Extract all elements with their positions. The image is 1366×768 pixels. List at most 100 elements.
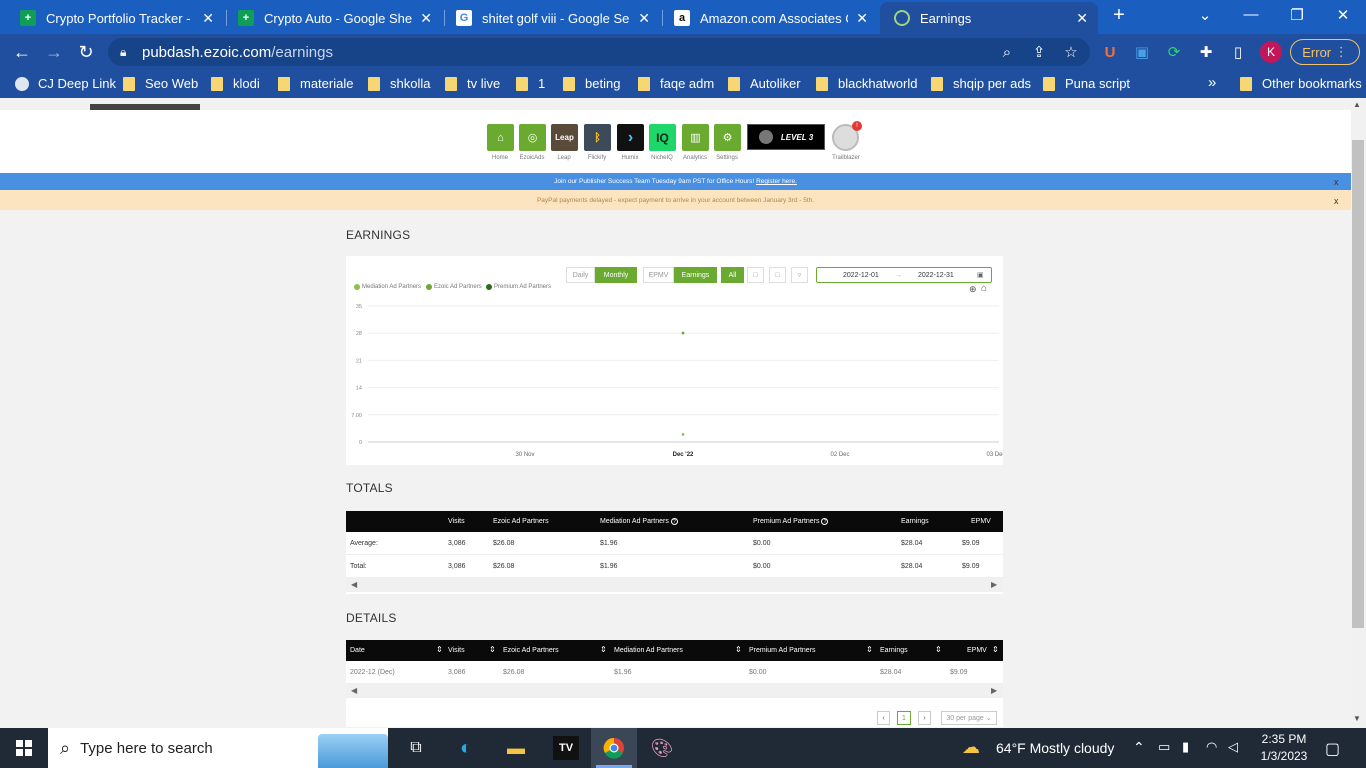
next-page-button[interactable]: › <box>918 711 931 725</box>
sort-icon[interactable]: ⇕ <box>436 645 443 654</box>
close-tab-icon[interactable]: ✕ <box>1076 10 1088 27</box>
other-bookmarks[interactable]: Other bookmarks <box>1240 76 1362 91</box>
profile-avatar[interactable]: K <box>1260 41 1282 63</box>
battery-icon[interactable]: ▮ <box>1182 739 1189 755</box>
paint-app-icon[interactable]: 🎨︎ <box>649 736 675 760</box>
windows-start-icon[interactable] <box>11 736 37 760</box>
back-icon[interactable]: ← <box>11 42 33 62</box>
earnings-toggle[interactable]: Earnings <box>674 267 717 283</box>
reset-zoom-home-icon[interactable]: ⌂ <box>981 283 987 294</box>
tab-search-icon[interactable]: ⌄ <box>1190 6 1220 24</box>
humix-app-icon[interactable]: › <box>617 124 644 151</box>
file-explorer-icon[interactable]: ▬ <box>503 736 529 760</box>
col-epmv[interactable]: EPMV <box>967 647 987 654</box>
mobile-device-icon[interactable]: ▿ <box>791 267 808 283</box>
analytics-app-icon[interactable]: ▥ <box>682 124 709 151</box>
scroll-right-icon[interactable]: ▶ <box>991 580 997 589</box>
ublock-extension-icon[interactable]: U <box>1099 41 1121 63</box>
leap-app-icon[interactable]: Leap <box>551 124 578 151</box>
sort-icon[interactable]: ⇕ <box>735 645 742 654</box>
sort-icon[interactable]: ⇕ <box>992 645 999 654</box>
sort-icon[interactable]: ⇕ <box>866 645 873 654</box>
sort-icon[interactable]: ⇕ <box>489 645 496 654</box>
col-earnings[interactable]: Earnings <box>880 647 908 654</box>
extensions-puzzle-icon[interactable]: ✚ <box>1195 41 1217 63</box>
data-point-ezoic-ad-partners[interactable] <box>681 331 685 335</box>
col-date[interactable]: Date <box>350 647 365 654</box>
url-text[interactable]: pubdash.ezoic.com/earnings <box>142 44 333 61</box>
extension-sync-icon[interactable]: ⟳ <box>1163 41 1185 63</box>
sort-icon[interactable]: ⇕ <box>935 645 942 654</box>
close-tab-icon[interactable]: ✕ <box>420 10 432 27</box>
more-bookmarks-icon[interactable]: » <box>1208 74 1216 91</box>
volume-icon[interactable]: ◁ <box>1228 739 1238 755</box>
desktop-device-icon[interactable]: □ <box>747 267 764 283</box>
close-tab-icon[interactable]: ✕ <box>202 10 214 27</box>
notifications-icon[interactable]: ▢ <box>1325 739 1340 759</box>
date-range-picker[interactable]: 2022-12-01 → 2022-12-31 ▣ <box>816 267 992 283</box>
flickify-app-icon[interactable]: ᛒ <box>584 124 611 151</box>
scroll-right-icon[interactable]: ▶ <box>991 686 997 695</box>
monthly-toggle[interactable]: Monthly <box>595 267 637 283</box>
tab-amazon-associates[interactable]: a Amazon.com Associates Cen ✕ <box>660 2 878 34</box>
bookmark-1[interactable]: 1 <box>516 76 545 91</box>
page-scroll-thumb[interactable] <box>1352 140 1364 628</box>
current-page-button[interactable]: 1 <box>897 711 911 725</box>
close-banner-icon[interactable]: x <box>1334 196 1339 206</box>
close-tab-icon[interactable]: ✕ <box>856 10 868 27</box>
help-icon[interactable]: ? <box>821 518 829 525</box>
col-premium[interactable]: Premium Ad Partners <box>749 647 816 654</box>
zoom-in-chart-icon[interactable]: ⊕ <box>969 284 977 295</box>
minimize-icon[interactable]: — <box>1236 6 1266 23</box>
share-icon[interactable]: ⇪ <box>1028 41 1050 63</box>
clock[interactable]: 2:35 PM 1/3/2023 <box>1254 732 1314 763</box>
scroll-down-icon[interactable]: ▼ <box>1353 714 1361 723</box>
wifi-icon[interactable]: ◠ <box>1206 739 1217 755</box>
tab-crypto-portfolio[interactable]: + Crypto Portfolio Tracker - Go ✕ <box>6 2 224 34</box>
side-panel-icon[interactable]: ▯ <box>1227 41 1249 63</box>
epmv-toggle[interactable]: EPMV <box>643 267 674 283</box>
meet-now-icon[interactable]: ▭ <box>1158 739 1170 755</box>
legend-mediation[interactable]: Mediation Ad Partners <box>354 284 421 290</box>
edge-browser-icon[interactable]: ◐ <box>453 736 479 760</box>
weather-text[interactable]: 64°F Mostly cloudy <box>996 740 1114 756</box>
bookmark-blackhatworld[interactable]: blackhatworld <box>816 76 918 91</box>
home-app-icon[interactable]: ⌂ <box>487 124 514 151</box>
close-banner-icon[interactable]: x <box>1334 177 1339 187</box>
taskbar-search-box[interactable]: ⌕ Type here to search <box>48 728 388 768</box>
tradingview-icon[interactable]: TV <box>553 736 579 760</box>
daily-toggle[interactable]: Daily <box>566 267 595 283</box>
tab-earnings[interactable]: Earnings ✕ <box>880 2 1098 34</box>
scroll-left-icon[interactable]: ◀ <box>351 686 357 695</box>
reload-icon[interactable]: ↻ <box>75 42 97 62</box>
tablet-device-icon[interactable]: □ <box>769 267 786 283</box>
nicheiq-app-icon[interactable]: IQ <box>649 124 676 151</box>
task-view-icon[interactable]: ⧉ <box>403 736 429 760</box>
bookmark-faqe-adm[interactable]: faqe adm <box>638 76 714 91</box>
bookmark-seo-web[interactable]: Seo Web <box>123 76 198 91</box>
legend-premium[interactable]: Premium Ad Partners <box>486 284 551 290</box>
sort-icon[interactable]: ⇕ <box>600 645 607 654</box>
all-toggle[interactable]: All <box>721 267 744 283</box>
scroll-up-icon[interactable]: ▲ <box>1353 100 1361 109</box>
tab-google-search[interactable]: G shitet golf viii - Google Searc ✕ <box>442 2 660 34</box>
legend-ezoic[interactable]: Ezoic Ad Partners <box>426 284 482 290</box>
chrome-icon[interactable] <box>601 736 627 760</box>
restore-icon[interactable]: ❐ <box>1282 6 1312 24</box>
level-badge[interactable]: LEVEL 3 <box>747 124 825 150</box>
bookmark-shkolla[interactable]: shkolla <box>368 76 430 91</box>
settings-app-icon[interactable]: ⚙ <box>714 124 741 151</box>
bookmark-shqip-per-ads[interactable]: shqip per ads <box>931 76 1031 91</box>
zoom-icon[interactable]: ⌕ <box>996 41 1018 63</box>
scroll-left-icon[interactable]: ◀ <box>351 580 357 589</box>
bookmark-materiale[interactable]: materiale <box>278 76 353 91</box>
show-hidden-icons-icon[interactable]: ⌃ <box>1133 739 1145 756</box>
close-window-icon[interactable]: ✕ <box>1328 6 1358 24</box>
col-ezoic[interactable]: Ezoic Ad Partners <box>503 647 559 654</box>
new-tab-button[interactable]: + <box>1104 4 1134 27</box>
tab-crypto-auto[interactable]: + Crypto Auto - Google Sheets ✕ <box>224 2 442 34</box>
details-horizontal-scrollbar[interactable]: ◀ ▶ <box>346 684 1003 698</box>
bookmark-cj-deep-link[interactable]: CJ Deep Link <box>15 76 116 91</box>
forward-icon[interactable]: → <box>43 42 65 62</box>
bookmark-autoliker[interactable]: Autoliker <box>728 76 801 91</box>
